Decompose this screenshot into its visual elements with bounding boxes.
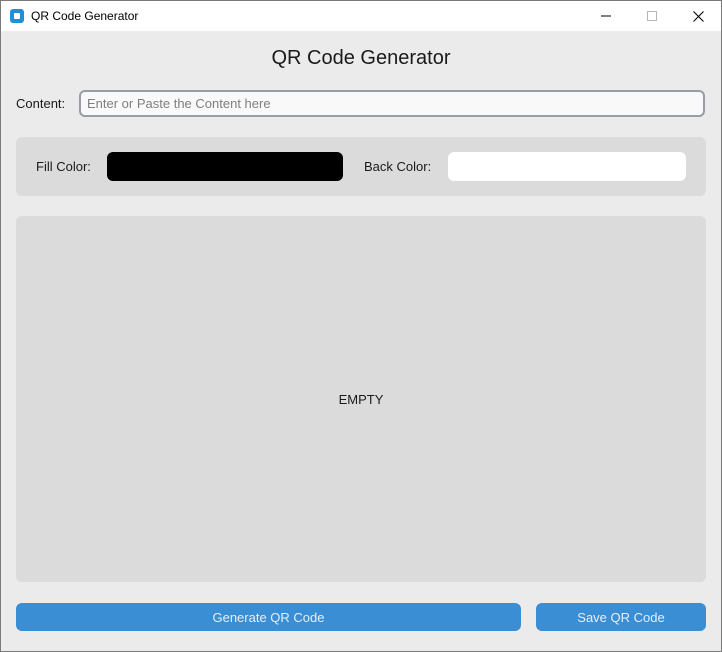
maximize-icon	[647, 11, 657, 21]
back-color-label: Back Color:	[364, 159, 432, 174]
back-color-swatch[interactable]	[448, 152, 686, 181]
fill-color-label: Fill Color:	[36, 159, 91, 174]
minimize-icon	[601, 15, 611, 17]
close-button[interactable]	[675, 1, 721, 31]
generate-qr-button[interactable]: Generate QR Code	[16, 603, 521, 631]
qr-preview-placeholder: EMPTY	[338, 391, 384, 407]
minimize-button[interactable]	[583, 1, 629, 31]
close-icon	[692, 10, 704, 22]
content-label: Content:	[16, 96, 66, 111]
color-settings-frame: Fill Color: Back Color:	[16, 137, 706, 196]
save-qr-button[interactable]: Save QR Code	[536, 603, 706, 631]
maximize-button[interactable]	[629, 1, 675, 31]
title-bar[interactable]: QR Code Generator	[1, 1, 721, 31]
app-window: QR Code Generator QR Code Generator Cont…	[0, 0, 722, 652]
qr-preview-area: EMPTY	[16, 216, 706, 582]
window-controls	[583, 1, 721, 31]
content-input[interactable]	[79, 90, 705, 117]
page-title: QR Code Generator	[271, 47, 451, 69]
window-title: QR Code Generator	[31, 9, 139, 23]
fill-color-swatch[interactable]	[107, 152, 343, 181]
qr-app-icon	[10, 9, 24, 23]
